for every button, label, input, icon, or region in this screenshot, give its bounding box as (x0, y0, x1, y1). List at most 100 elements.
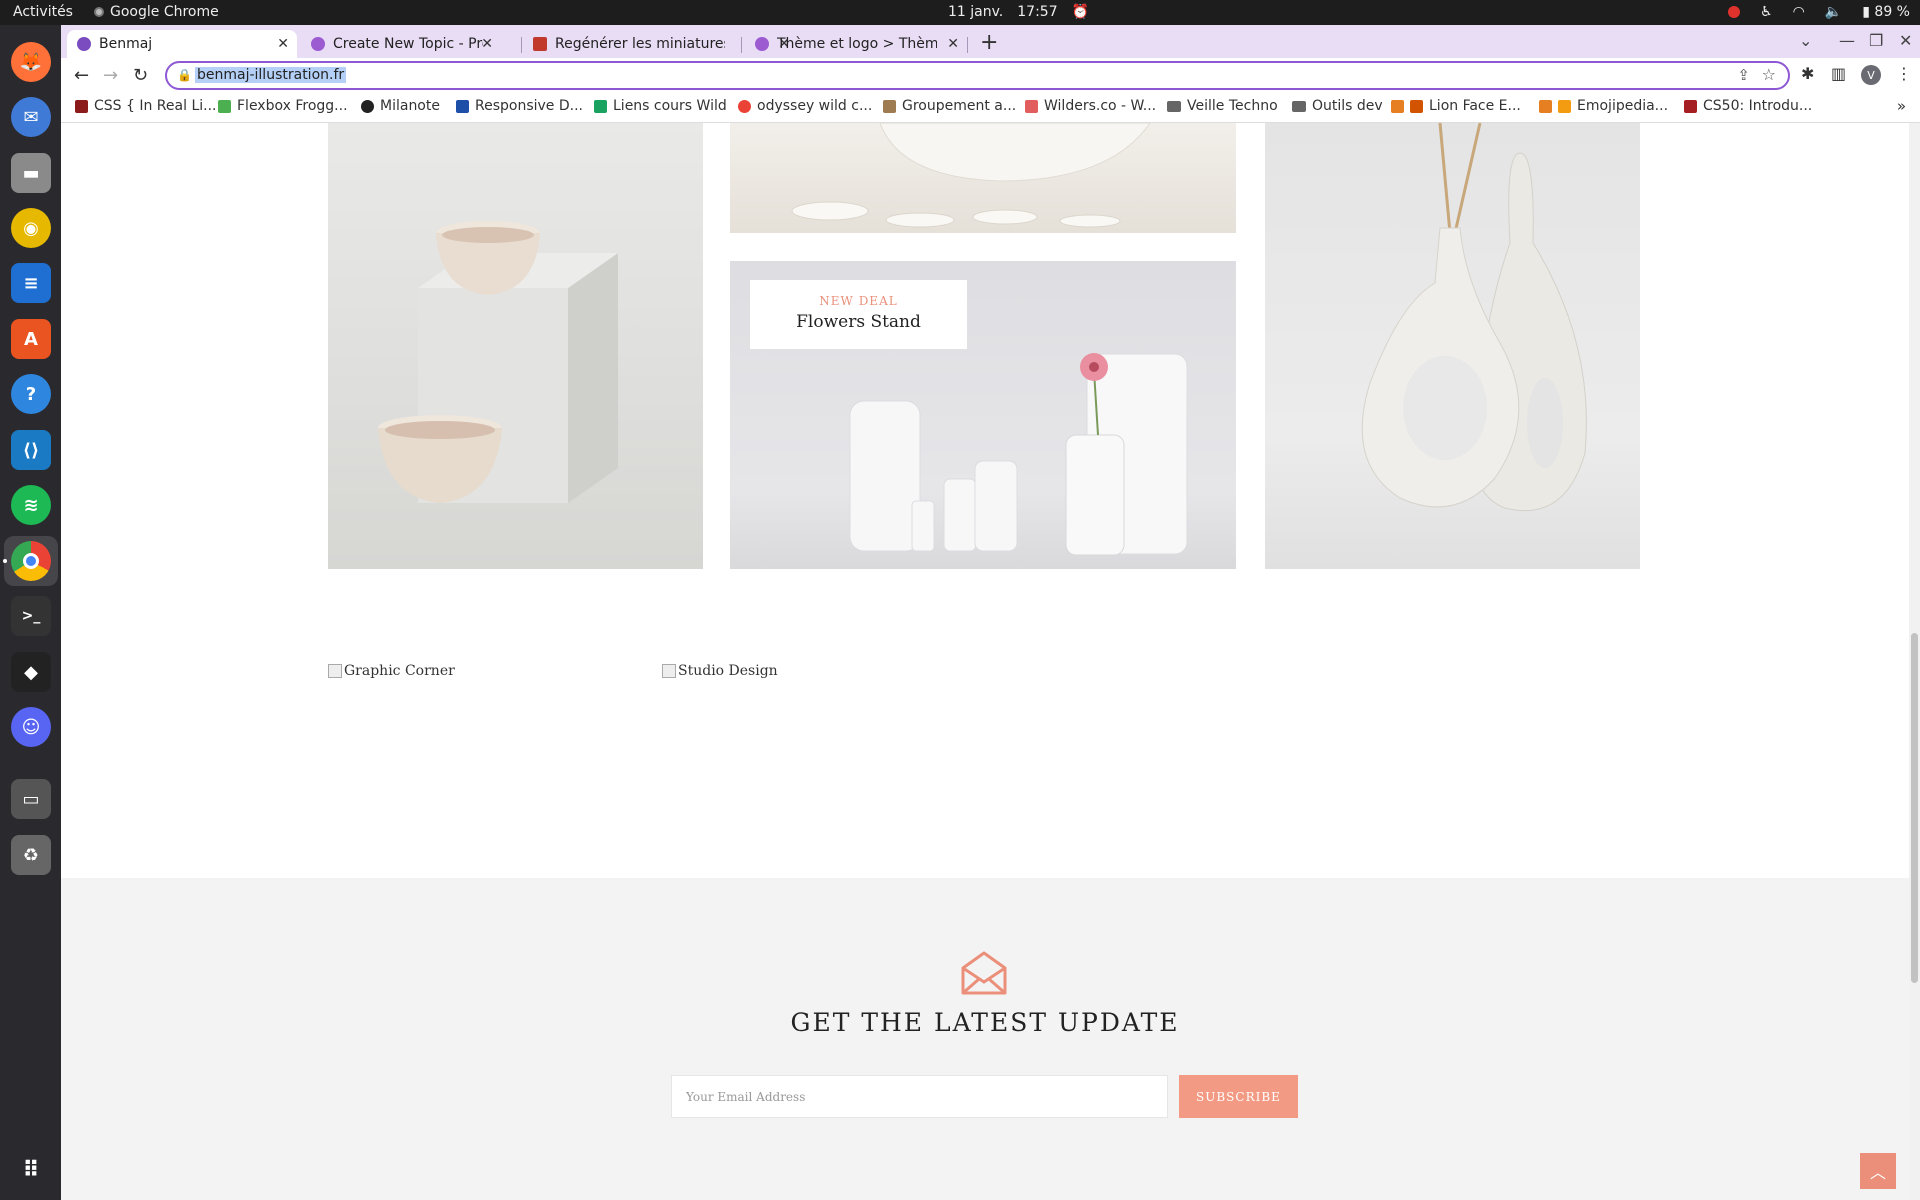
side-panel-icon[interactable]: ▥ (1831, 64, 1846, 83)
bookmark-item[interactable]: CSS { In Real Li... (75, 98, 216, 114)
bookmark-folder-outils[interactable]: Outils dev (1292, 98, 1383, 114)
profile-avatar[interactable]: V (1861, 65, 1881, 85)
alarm-icon: ⏰ (1071, 4, 1090, 20)
close-window-icon[interactable]: ✕ (1899, 31, 1912, 50)
bookmark-star-icon[interactable]: ☆ (1762, 65, 1776, 84)
bookmark-label: CSS { In Real Li... (94, 98, 217, 114)
tab-strip: Benmaj ✕ Create New Topic - Presta ✕ Reg… (61, 25, 1920, 58)
chrome-icon[interactable] (11, 541, 51, 581)
tab-label: Thème et logo > Thème (777, 36, 937, 52)
scrollbar-thumb[interactable] (1911, 633, 1918, 983)
terminal-icon[interactable]: >_ (11, 596, 51, 636)
tab-search-icon[interactable]: ⌄ (1799, 31, 1812, 50)
chrome-icon (94, 7, 104, 17)
tab-theme-logo[interactable]: Thème et logo > Thème ✕ (745, 30, 967, 58)
bowls-illustration (378, 221, 618, 503)
app-name: Google Chrome (110, 4, 219, 20)
forward-icon[interactable]: → (103, 65, 118, 86)
bookmark-label: Groupement a... (902, 98, 1017, 114)
spotify-icon[interactable]: ≋ (11, 485, 51, 525)
product-image-dishes[interactable] (730, 123, 1236, 233)
partner-logo-graphic-corner[interactable]: Graphic Corner (328, 663, 455, 679)
discord-icon[interactable]: ☺ (11, 707, 51, 747)
system-top-bar: Activités Google Chrome 11 janv. 17:57 ⏰ ♿… (0, 0, 1920, 25)
clock[interactable]: 11 janv. 17:57 ⏰ (948, 4, 1089, 20)
more-bookmarks-icon[interactable]: » (1897, 97, 1906, 115)
app-menu[interactable]: Google Chrome (94, 4, 219, 20)
deal-title[interactable]: Flowers Stand (750, 312, 967, 332)
email-input[interactable] (672, 1076, 1167, 1117)
show-apps-icon[interactable]: ⠿ (11, 1150, 51, 1190)
trash-icon[interactable]: ♻ (11, 835, 51, 875)
tab-favicon-icon (755, 37, 769, 51)
vscode-icon[interactable]: ⟨⟩ (11, 430, 51, 470)
back-to-top-button[interactable]: ︿ (1860, 1153, 1896, 1189)
email-field[interactable] (671, 1075, 1168, 1118)
folder-icon (1167, 100, 1181, 112)
tab-close-icon[interactable]: ✕ (947, 36, 959, 52)
bookmark-item[interactable]: Liens cours Wild (594, 98, 727, 114)
tab-separator (967, 37, 968, 53)
restore-icon[interactable]: ❐ (1869, 31, 1883, 50)
bookmark-item[interactable]: Lion Face E... (1391, 98, 1521, 114)
files-icon[interactable]: ▬ (11, 153, 51, 193)
writer-icon[interactable]: ≡ (11, 263, 51, 303)
bookmark-label: Veille Techno (1187, 98, 1278, 114)
partner-logo-studio-design[interactable]: Studio Design (662, 663, 778, 679)
product-image-loop-vases[interactable] (1265, 123, 1640, 569)
tab-label: Create New Topic - Presta (333, 36, 483, 52)
dishes-illustration (791, 123, 1151, 228)
bookmark-label: Emojipedia... (1577, 98, 1669, 114)
address-bar[interactable]: 🔒 benmaj-illustration.fr ⇪ ☆ (165, 61, 1790, 90)
share-icon[interactable]: ⇪ (1737, 66, 1750, 84)
bookmark-item[interactable]: odyssey wild c... (738, 98, 872, 114)
subscribe-button[interactable]: SUBSCRIBE (1179, 1075, 1298, 1118)
reload-icon[interactable]: ↻ (133, 65, 148, 86)
accessibility-icon[interactable]: ♿ (1760, 4, 1773, 20)
page-scrollbar[interactable] (1909, 123, 1920, 1200)
tab-label: Benmaj (99, 36, 153, 52)
bookmark-folder-veille[interactable]: Veille Techno (1167, 98, 1278, 114)
bookmark-item[interactable]: Emojipedia... (1539, 98, 1668, 114)
clock-time: 17:57 (1017, 4, 1058, 20)
tab-benmaj[interactable]: Benmaj ✕ (67, 30, 297, 58)
app-center-icon[interactable]: A (11, 319, 51, 359)
back-icon[interactable]: ← (74, 65, 89, 86)
address-bar-url[interactable]: benmaj-illustration.fr (195, 67, 347, 83)
help-icon[interactable]: ? (11, 374, 51, 414)
bookmark-item[interactable]: Responsive D... (456, 98, 583, 114)
tab-create-topic[interactable]: Create New Topic - Presta ✕ (301, 30, 501, 58)
lock-icon[interactable]: 🔒 (177, 68, 192, 82)
product-image-flowers-stand[interactable]: NEW DEAL Flowers Stand (730, 261, 1236, 569)
figma-icon[interactable]: ◆ (11, 652, 51, 692)
minimize-icon[interactable]: — (1839, 31, 1855, 50)
thunderbird-icon[interactable]: ✉ (11, 97, 51, 137)
running-indicator (3, 559, 7, 563)
activities-button[interactable]: Activités (13, 4, 73, 20)
deal-card[interactable]: NEW DEAL Flowers Stand (750, 280, 967, 349)
firefox-icon[interactable]: 🦊 (11, 42, 51, 82)
broken-image-icon (328, 664, 342, 678)
drive-icon[interactable]: ▭ (11, 779, 51, 819)
chrome-menu-icon[interactable]: ⋮ (1896, 64, 1912, 83)
bookmark-label: CS50: Introdu... (1703, 98, 1813, 114)
bookmark-item[interactable]: Wilders.co - W... (1025, 98, 1156, 114)
new-tab-button[interactable]: + (980, 30, 998, 55)
bookmark-label: Lion Face E... (1429, 98, 1521, 114)
product-image-bowls[interactable] (328, 123, 703, 569)
bookmark-item[interactable]: Flexbox Frogg... (218, 98, 348, 114)
deal-kicker: NEW DEAL (819, 294, 898, 308)
rhythmbox-icon[interactable]: ◉ (11, 208, 51, 248)
bookmark-item[interactable]: Milanote (361, 98, 440, 114)
bookmark-item[interactable]: Groupement a... (883, 98, 1016, 114)
tab-close-icon[interactable]: ✕ (277, 36, 289, 52)
bookmark-item[interactable]: CS50: Introdu... (1684, 98, 1812, 114)
tab-favicon-icon (77, 37, 91, 51)
bookmark-favicon-icon (1025, 99, 1038, 113)
system-tray[interactable]: ♿ ◠ 🔈 ▮ 89 % (1728, 4, 1910, 20)
tab-close-icon[interactable]: ✕ (481, 36, 493, 52)
extensions-icon[interactable]: ✱ (1801, 64, 1814, 83)
partner-alt-text: Graphic Corner (344, 663, 455, 679)
dock: 🦊 ✉ ▬ ◉ ≡ A ? ⟨⟩ ≋ >_ ◆ ☺ ▭ ♻ ⠿ (0, 25, 61, 1200)
wifi-icon: ◠ (1792, 4, 1805, 20)
